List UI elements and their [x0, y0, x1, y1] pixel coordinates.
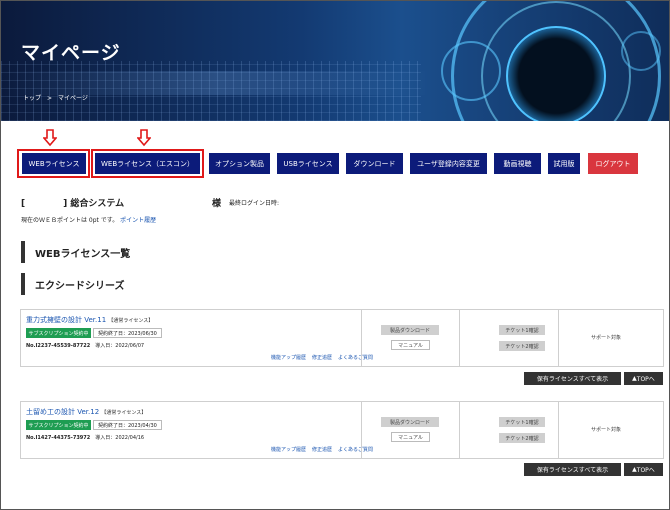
breadcrumb-separator: > [47, 95, 53, 102]
subscription-badge: サブスクリプション契約中 [26, 328, 91, 338]
last-login: 最終ログイン日時: [229, 200, 280, 207]
nav-download[interactable]: ダウンロード [346, 153, 403, 174]
fix-history-link[interactable]: 修正追歴 [312, 447, 332, 453]
serial-info: No.I2237-45539-87722 導入日：2022/06/07 [26, 342, 144, 349]
license-type: 【通常ライセンス】 [101, 410, 147, 416]
ticket1-button[interactable]: チケット1確認 [499, 325, 545, 335]
logout-button[interactable]: ログアウト [588, 153, 638, 174]
fix-history-link[interactable]: 修正追歴 [312, 355, 332, 361]
back-to-top-label: TOPへ [636, 467, 655, 474]
product-links: 機能アップ履歴 修正追歴 よくあるご質問 [265, 354, 373, 361]
nav-option-products[interactable]: オプション製品 [209, 153, 270, 174]
download-column: 製品ダウンロード マニュアル [361, 310, 459, 366]
ticket1-button[interactable]: チケット1確認 [499, 417, 545, 427]
contract-end-date: 契約終了日：2023/06/30 [93, 328, 162, 338]
feature-history-link[interactable]: 機能アップ履歴 [271, 447, 306, 453]
system-bracket: [ [21, 199, 26, 209]
nav-web-license[interactable]: WEBライセンス [22, 153, 86, 174]
support-column: サポート対象 [558, 402, 664, 458]
ticket-column: チケット1確認 チケット2確認 [459, 310, 558, 366]
breadcrumb-top-link[interactable]: トップ [23, 95, 41, 102]
license-type: 【通常ライセンス】 [108, 318, 154, 324]
install-date: 導入日：2022/06/07 [95, 343, 145, 349]
banner-ring-decoration [441, 41, 501, 101]
nav-web-license-escon[interactable]: WEBライセンス（エスコン） [95, 153, 200, 174]
serial-info: No.I1427-44375-73972 導入日：2022/04/16 [26, 434, 144, 441]
section-heading-web-license: WEBライセンス一覧 [21, 241, 130, 263]
points-info: 現在のＷＥＢポイントは 0pt です。 ポイント履歴 [21, 215, 156, 224]
page-title: マイページ [21, 42, 121, 64]
install-date: 導入日：2022/04/16 [95, 435, 145, 441]
nav-user-info-change[interactable]: ユーザ登録内容変更 [410, 153, 487, 174]
product-links: 機能アップ履歴 修正追歴 よくあるご質問 [265, 446, 373, 453]
ticket2-button[interactable]: チケット2確認 [499, 341, 545, 351]
section-heading-exceed: エクシードシリーズ [21, 273, 125, 295]
product-name-line: 土留め工の設計 Ver.12 【通常ライセンス】 [26, 407, 146, 417]
support-status: サポート対象 [591, 427, 622, 433]
product-card: 土留め工の設計 Ver.12 【通常ライセンス】 サブスクリプション契約中 契約… [20, 401, 664, 459]
nav-usb-license[interactable]: USBライセンス [277, 153, 339, 174]
back-to-top-label: TOPへ [636, 376, 655, 383]
product-name-line: 重力式擁壁の設計 Ver.11 【通常ライセンス】 [26, 315, 153, 325]
banner-ring-decoration [506, 26, 606, 121]
product-download-button[interactable]: 製品ダウンロード [381, 417, 439, 427]
arrow-down-icon [137, 129, 151, 147]
banner-ring-decoration [621, 31, 661, 71]
serial-number: No.I2237-45539-87722 [26, 343, 91, 349]
support-status: サポート対象 [591, 335, 622, 341]
arrow-down-icon [43, 129, 57, 147]
product-name-link[interactable]: 土留め工の設計 Ver.12 [26, 408, 99, 416]
manual-button[interactable]: マニュアル [391, 432, 430, 442]
system-name-text: ] 総合システム [63, 199, 125, 209]
show-all-licenses-button[interactable]: 保有ライセンスすべて表示 [524, 372, 621, 385]
back-to-top-button[interactable]: ▲ TOPへ [624, 372, 663, 385]
back-to-top-button[interactable]: ▲ TOPへ [624, 463, 663, 476]
support-column: サポート対象 [558, 310, 664, 366]
download-column: 製品ダウンロード マニュアル [361, 402, 459, 458]
honorific: 様 [212, 199, 222, 209]
product-download-button[interactable]: 製品ダウンロード [381, 325, 439, 335]
points-text: 現在のＷＥＢポイントは 0pt です。 [21, 217, 119, 224]
banner-light-streak [1, 71, 431, 95]
subscription-badge: サブスクリプション契約中 [26, 420, 91, 430]
show-all-licenses-button[interactable]: 保有ライセンスすべて表示 [524, 463, 621, 476]
header-banner: マイページ トップ > マイページ [1, 1, 669, 121]
system-name: [ ] 総合システム [21, 196, 124, 209]
ticket-column: チケット1確認 チケット2確認 [459, 402, 558, 458]
points-history-link[interactable]: ポイント履歴 [120, 217, 156, 224]
breadcrumb-current: マイページ [58, 95, 88, 102]
serial-number: No.I1427-44375-73972 [26, 435, 91, 441]
contract-end-date: 契約終了日：2023/04/30 [93, 420, 162, 430]
product-card: 重力式擁壁の設計 Ver.11 【通常ライセンス】 サブスクリプション契約中 契… [20, 309, 664, 367]
breadcrumb: トップ > マイページ [23, 93, 94, 102]
feature-history-link[interactable]: 機能アップ履歴 [271, 355, 306, 361]
product-name-link[interactable]: 重力式擁壁の設計 Ver.11 [26, 316, 106, 324]
manual-button[interactable]: マニュアル [391, 340, 430, 350]
nav-video[interactable]: 動画視聴 [494, 153, 541, 174]
nav-trial[interactable]: 試用版 [548, 153, 580, 174]
ticket2-button[interactable]: チケット2確認 [499, 433, 545, 443]
